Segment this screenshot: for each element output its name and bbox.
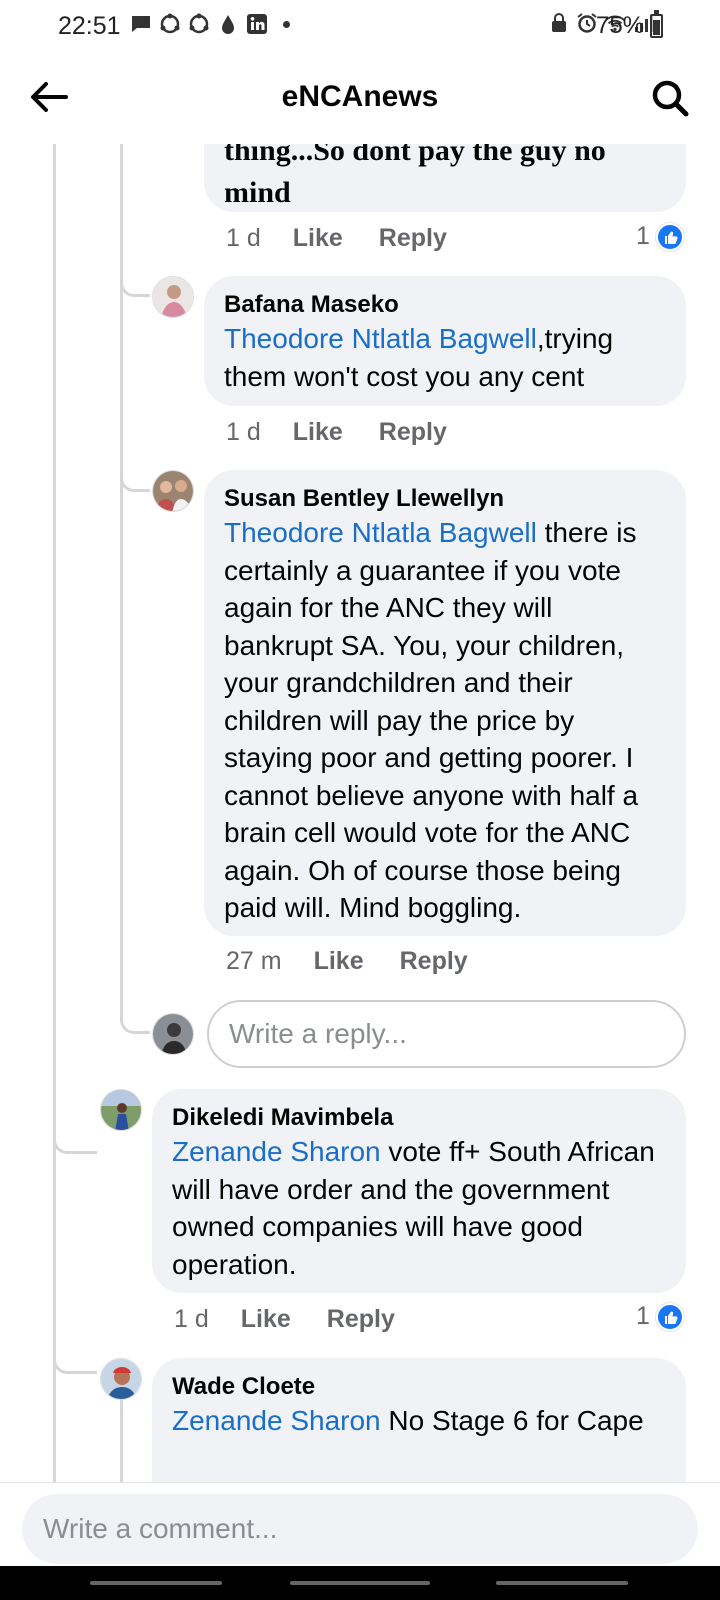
reply-button[interactable]: Reply — [400, 947, 468, 976]
comment-bubble: thing...So dont pay the guy no mind — [204, 144, 686, 212]
like-button[interactable]: Like — [314, 947, 364, 976]
comment-body: Zenande Sharon vote ff+ South African wi… — [172, 1133, 666, 1283]
comment-text: thing...So dont pay the guy no — [224, 144, 606, 167]
more-notifications-dot — [283, 20, 290, 28]
search-icon[interactable] — [650, 76, 690, 120]
avatar[interactable] — [100, 1358, 142, 1400]
battery-icon — [650, 10, 663, 38]
avatar[interactable] — [152, 276, 194, 318]
system-nav-bar — [0, 1566, 720, 1600]
reaction-count: 1 — [636, 222, 650, 250]
like-button[interactable]: Like — [293, 224, 343, 253]
like-button[interactable]: Like — [293, 418, 343, 447]
home-button[interactable] — [290, 1581, 430, 1585]
mention-link[interactable]: Theodore Ntlatla Bagwell — [224, 323, 537, 354]
comment-placeholder: Write a comment... — [43, 1513, 278, 1544]
reply-button[interactable]: Reply — [379, 418, 447, 447]
thread-branch — [53, 1154, 97, 1374]
current-user-avatar — [152, 1013, 194, 1055]
thread-branch — [120, 297, 150, 492]
reply-button[interactable]: Reply — [379, 224, 447, 253]
comment-bubble: Wade Cloete Zenande Sharon No Stage 6 fo… — [152, 1358, 686, 1482]
status-time: 22:51 — [58, 12, 121, 40]
thread-branch — [120, 894, 150, 1034]
comment-body: Theodore Ntlatla Bagwell,trying them won… — [224, 320, 666, 395]
avatar[interactable] — [152, 470, 194, 512]
comment-author[interactable]: Susan Bentley Llewellyn — [224, 484, 666, 514]
comment-time: 1 d — [174, 1305, 209, 1333]
thumbs-up-icon — [655, 222, 684, 251]
like-button[interactable]: Like — [241, 1305, 291, 1334]
comment-author[interactable]: Dikeledi Mavimbela — [172, 1103, 666, 1133]
reaction-summary[interactable]: 1 — [636, 222, 684, 251]
comment-input[interactable]: Write a comment... — [22, 1494, 698, 1564]
reaction-summary[interactable]: 1 — [636, 1302, 684, 1331]
reply-placeholder: Write a reply... — [229, 1018, 407, 1049]
comment-time: 1 d — [226, 224, 261, 252]
thumbs-up-icon — [655, 1302, 684, 1331]
drop-icon — [222, 15, 234, 34]
comment-text: mind — [224, 176, 291, 209]
comment-actions: 1 d Like Reply — [226, 418, 483, 447]
comments-feed[interactable]: thing...So dont pay the guy no mind 1 d … — [0, 144, 720, 1482]
recents-button[interactable] — [90, 1581, 222, 1585]
comment-time: 1 d — [226, 418, 261, 446]
alarm-icon — [577, 13, 597, 33]
app-header: eNCAnews — [0, 52, 720, 144]
comment-body: Theodore Ntlatla Bagwell there is certai… — [224, 514, 666, 927]
comment-bubble: Susan Bentley Llewellyn Theodore Ntlatla… — [204, 470, 686, 936]
comment-body: Zenande Sharon No Stage 6 for Cape — [172, 1402, 666, 1440]
comment-text: No Stage 6 for Cape — [380, 1405, 644, 1436]
reaction-count: 1 — [636, 1302, 650, 1330]
mention-link[interactable]: Zenande Sharon — [172, 1136, 381, 1167]
avatar[interactable] — [100, 1089, 142, 1131]
sync-icon — [160, 13, 180, 34]
reply-button[interactable]: Reply — [327, 1305, 395, 1334]
comment-time: 27 m — [226, 947, 282, 975]
battery-percent: 75% — [596, 12, 645, 39]
notification-icons — [130, 13, 290, 35]
linkedin-icon — [247, 14, 267, 34]
mention-link[interactable]: Theodore Ntlatla Bagwell — [224, 517, 537, 548]
comment-actions: 27 m Like Reply — [226, 947, 504, 976]
status-bar: 22:51 75% — [0, 0, 720, 52]
comment-bubble: Dikeledi Mavimbela Zenande Sharon vote f… — [152, 1089, 686, 1293]
comment-author[interactable]: Wade Cloete — [172, 1372, 666, 1402]
thread-branch — [53, 1034, 97, 1154]
mention-link[interactable]: Zenande Sharon — [172, 1405, 381, 1436]
comment-composer: Write a comment... — [0, 1482, 720, 1564]
comment-actions: 1 d Like Reply — [226, 224, 483, 253]
thread-branch — [120, 144, 150, 297]
comment-text: there is certainly a guarantee if you vo… — [224, 517, 639, 923]
message-icon — [132, 16, 150, 32]
back-button[interactable] — [496, 1581, 628, 1585]
comment-actions: 1 d Like Reply — [174, 1305, 431, 1334]
comment-author[interactable]: Bafana Maseko — [224, 290, 666, 320]
lock-icon — [552, 13, 566, 32]
comment-bubble: Bafana Maseko Theodore Ntlatla Bagwell,t… — [204, 276, 686, 406]
reply-input[interactable]: Write a reply... — [207, 1000, 686, 1068]
page-title: eNCAnews — [281, 80, 439, 113]
sync-icon — [189, 13, 209, 34]
